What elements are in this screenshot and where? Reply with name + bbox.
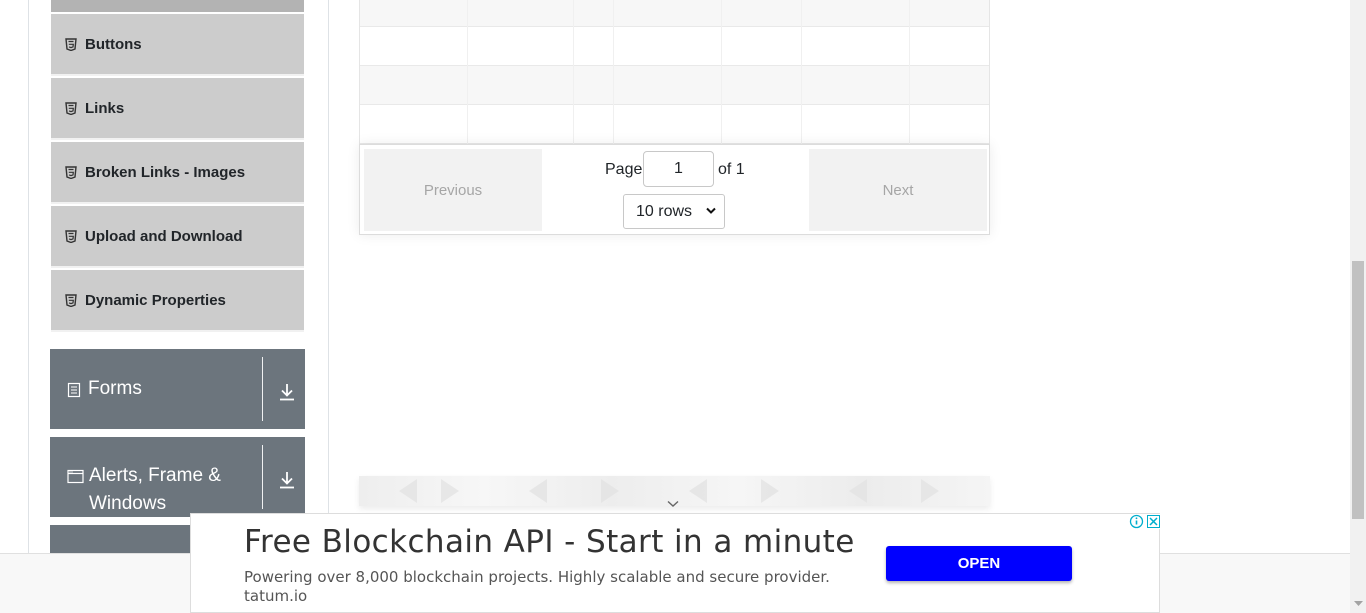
table-column-divider xyxy=(613,0,614,145)
table-row xyxy=(360,0,989,27)
table-column-divider xyxy=(801,0,802,145)
sidebar-divider xyxy=(328,0,329,553)
group-label-wrap: Forms xyxy=(67,375,142,403)
window-icon xyxy=(67,469,84,484)
sidebar-item-dynamic-properties[interactable]: Dynamic Properties xyxy=(51,270,304,332)
group-label-line1: Alerts, Frame & xyxy=(89,465,221,486)
sidebar-item-buttons[interactable]: Buttons xyxy=(51,14,304,76)
download-arrow-icon[interactable] xyxy=(278,382,296,402)
html5-icon xyxy=(65,293,77,307)
download-arrow-icon[interactable] xyxy=(278,470,296,490)
chevron-down-icon xyxy=(706,207,716,214)
previous-button[interactable]: Previous xyxy=(364,149,542,231)
form-icon xyxy=(67,382,81,398)
close-icon[interactable] xyxy=(1146,514,1161,529)
page-number-input[interactable] xyxy=(643,151,714,187)
html5-icon xyxy=(65,37,77,51)
sidebar-item-label: Links xyxy=(85,99,125,117)
table-column-divider xyxy=(467,0,468,145)
sidebar-item-label: Dynamic Properties xyxy=(85,291,226,309)
table-column-divider xyxy=(573,0,574,145)
page-label: Page xyxy=(605,161,643,178)
table-row xyxy=(360,66,989,105)
rows-per-page-value: 10 rows xyxy=(636,202,693,220)
ad-banner[interactable]: Free Blockchain API - Start in a minute … xyxy=(190,513,1161,613)
pagination-bar: Previous Page of 1 10 rows Next xyxy=(359,144,990,235)
info-icon[interactable] xyxy=(1129,514,1144,529)
sidebar-item-label: Buttons xyxy=(85,35,142,53)
html5-icon xyxy=(65,165,77,179)
group-label-wrap: Alerts, Frame & Windows xyxy=(67,462,221,518)
data-table xyxy=(359,0,990,145)
scrollbar-thumb[interactable] xyxy=(1352,261,1364,519)
ad-description: Powering over 8,000 blockchain projects.… xyxy=(244,568,830,586)
sidebar-group-forms[interactable]: Forms xyxy=(50,349,305,429)
page-total-label: of 1 xyxy=(718,161,745,178)
ad-open-button[interactable]: OPEN xyxy=(886,546,1072,581)
ad-title[interactable]: Free Blockchain API - Start in a minute xyxy=(244,524,855,560)
sidebar-item-links[interactable]: Links xyxy=(51,78,304,140)
table-column-divider xyxy=(721,0,722,145)
sidebar-item-upload-download[interactable]: Upload and Download xyxy=(51,206,304,268)
sidebar-item-label: Upload and Download xyxy=(85,227,243,245)
left-border xyxy=(28,0,29,553)
html5-icon xyxy=(65,229,77,243)
html5-icon xyxy=(65,101,77,115)
page: Buttons Links Broken Links - Images Uplo… xyxy=(0,0,1366,613)
group-label: Forms xyxy=(88,378,142,399)
rows-per-page-select[interactable]: 10 rows xyxy=(623,194,725,229)
sidebar-item-broken-links[interactable]: Broken Links - Images xyxy=(51,142,304,204)
group-label: Alerts, Frame & Windows xyxy=(89,462,221,518)
next-button[interactable]: Next xyxy=(809,149,987,231)
table-row xyxy=(360,105,989,144)
scroll-down-arrow-icon[interactable] xyxy=(1354,601,1363,607)
chevron-down-icon[interactable] xyxy=(666,499,680,509)
sidebar-item-label: Broken Links - Images xyxy=(85,163,246,181)
group-separator xyxy=(262,357,263,421)
group-separator xyxy=(262,445,263,509)
sidebar-group-alerts-frame-windows[interactable]: Alerts, Frame & Windows xyxy=(50,437,305,517)
ad-url[interactable]: tatum.io xyxy=(244,587,307,605)
table-row xyxy=(360,27,989,66)
sidebar-item-partial[interactable] xyxy=(51,0,304,12)
table-column-divider xyxy=(909,0,910,145)
